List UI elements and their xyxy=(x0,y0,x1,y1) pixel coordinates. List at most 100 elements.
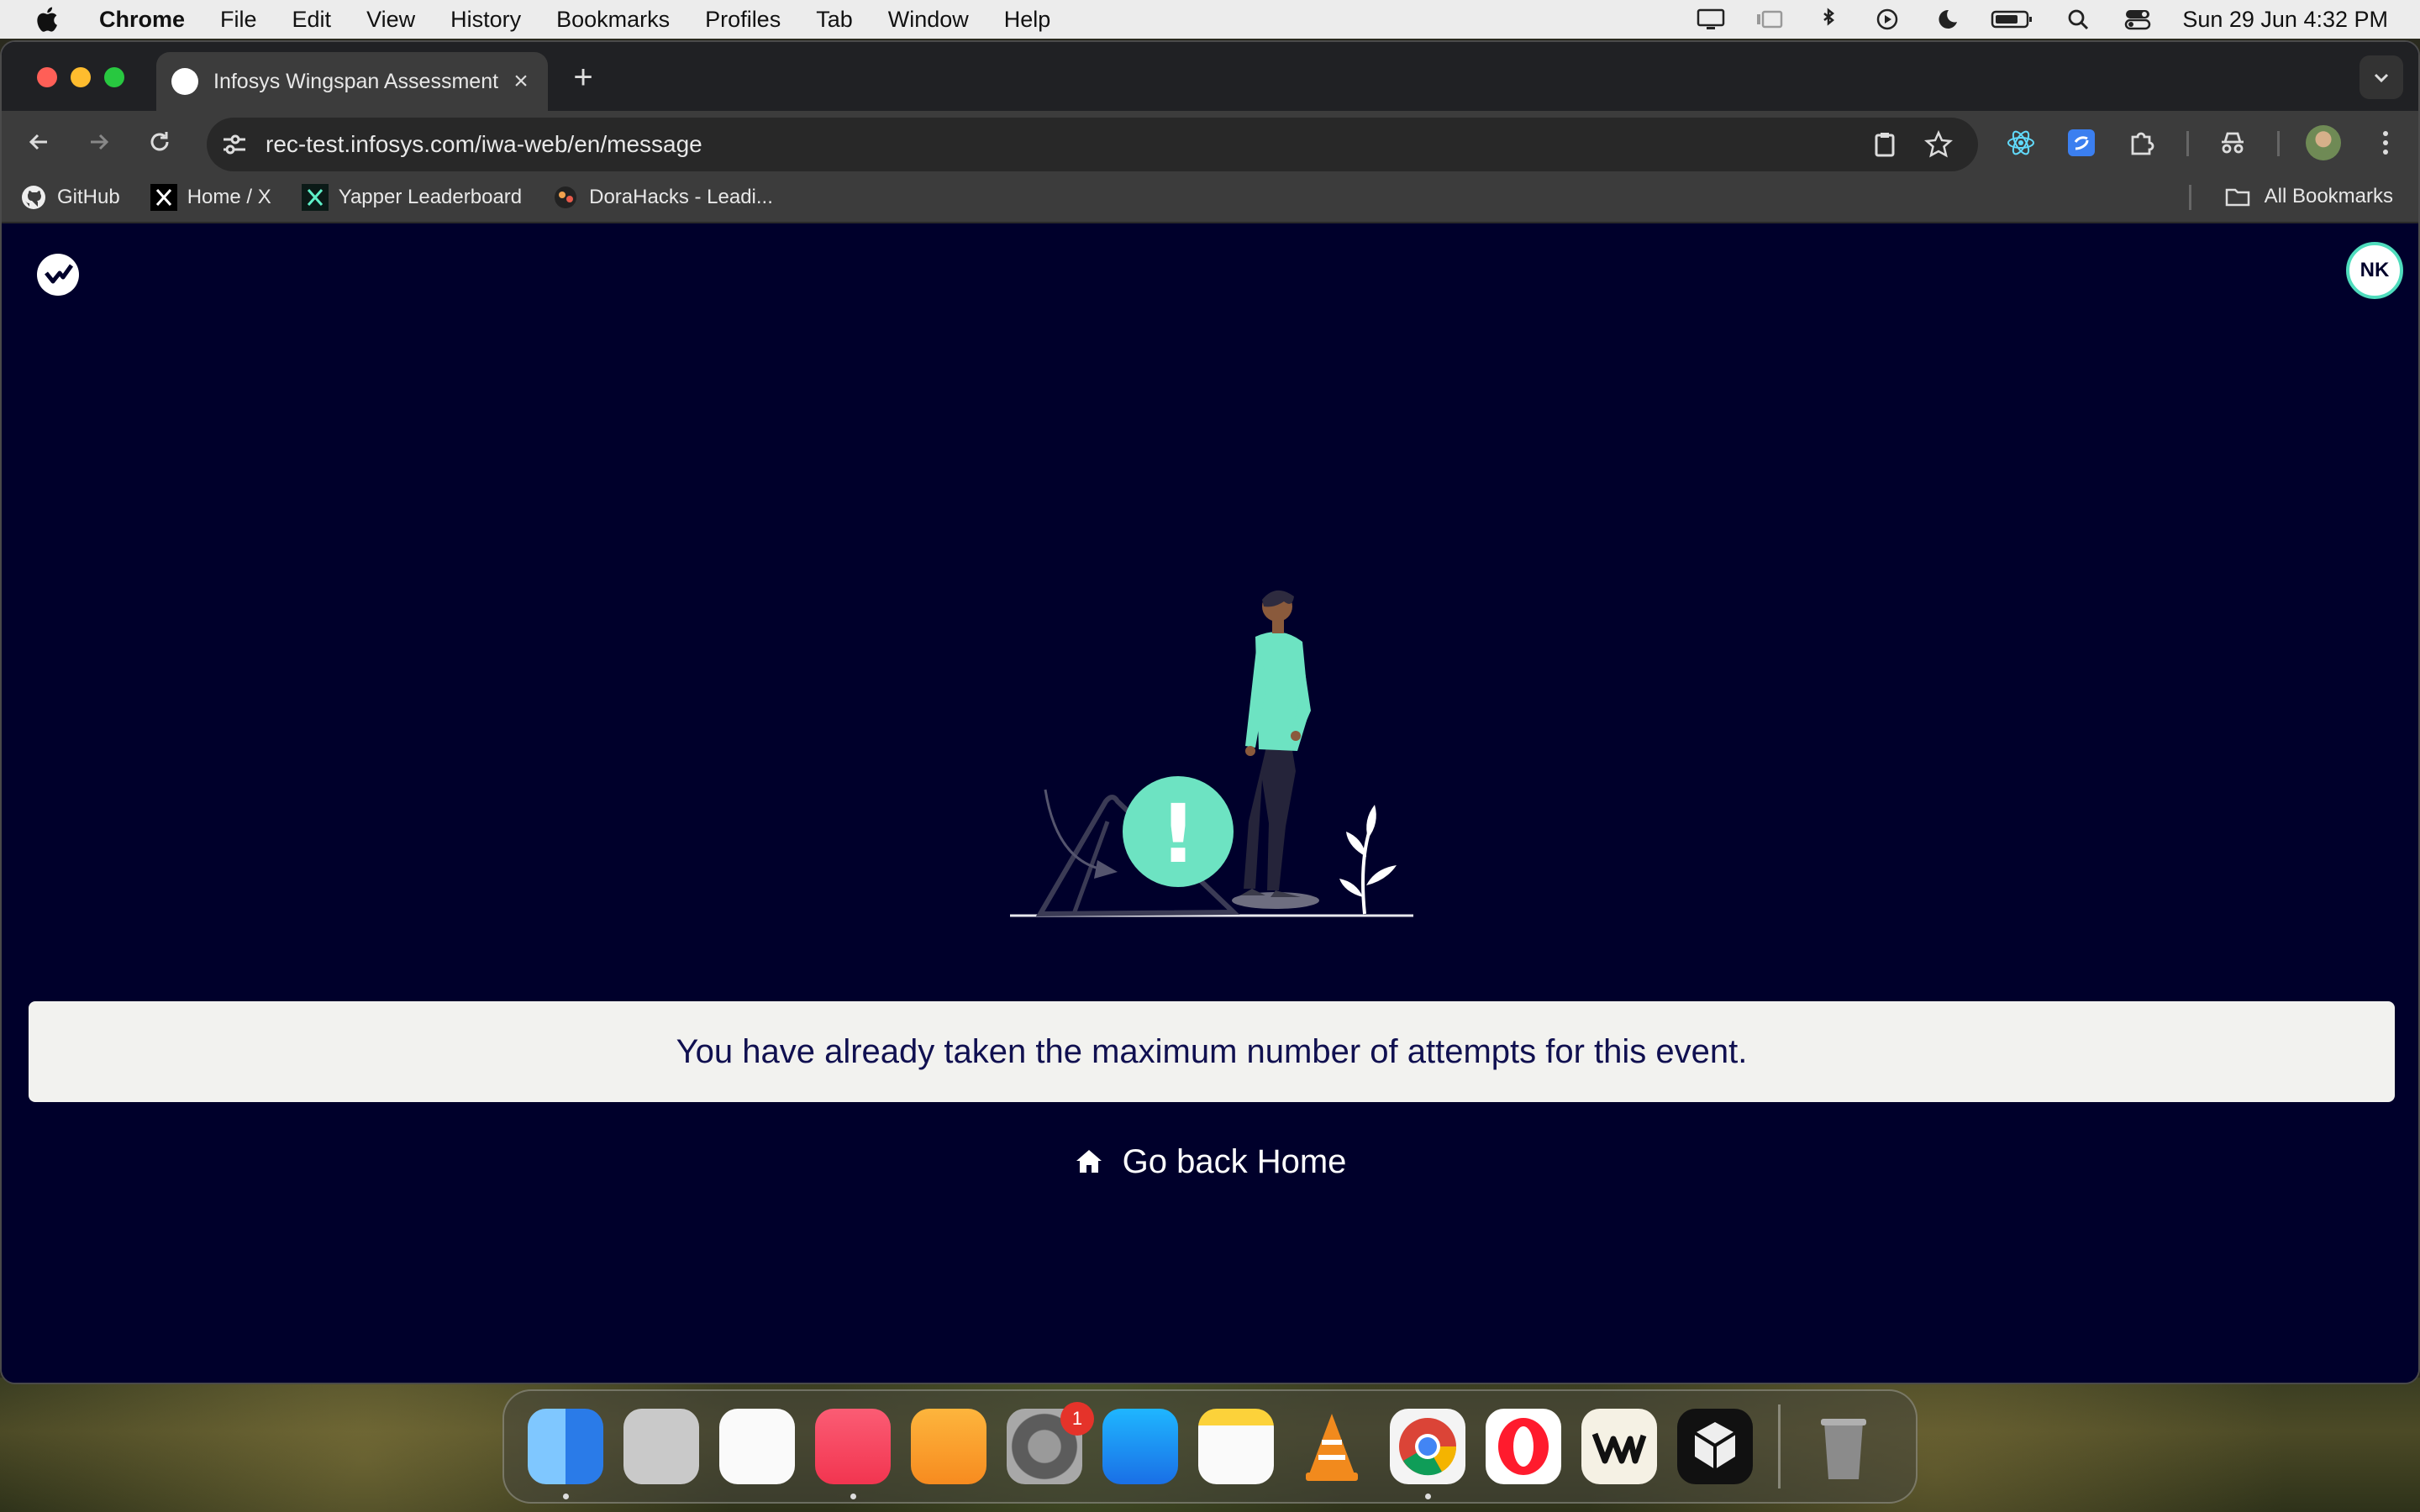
notification-badge: 1 xyxy=(1060,1402,1094,1436)
notes-icon[interactable] xyxy=(1198,1409,1274,1484)
menu-bookmarks[interactable]: Bookmarks xyxy=(556,7,670,33)
site-info-icon[interactable] xyxy=(220,130,249,159)
battery-icon[interactable] xyxy=(1991,8,2034,31)
chevron-down-icon xyxy=(2374,73,2389,83)
control-center-icon[interactable] xyxy=(2123,8,2152,31)
all-bookmarks-button[interactable]: All Bookmarks xyxy=(2224,183,2393,210)
kaito-logo-icon xyxy=(301,184,329,211)
menu-file[interactable]: File xyxy=(220,7,257,33)
chrome-icon[interactable] xyxy=(1390,1409,1465,1499)
bookmark-github[interactable]: GitHub xyxy=(20,184,120,211)
toolbar-divider xyxy=(2186,131,2189,156)
person-shoe-left xyxy=(1240,889,1265,895)
reload-icon xyxy=(150,132,169,151)
cube-app-icon[interactable] xyxy=(1677,1409,1753,1484)
folder-icon xyxy=(2225,188,2249,207)
person-right-hand xyxy=(1291,731,1301,741)
github-icon xyxy=(22,186,45,209)
react-devtools-icon[interactable] xyxy=(2005,127,2037,159)
attempt-limit-illustration: ! xyxy=(1010,590,1413,917)
bluetooth-icon[interactable] xyxy=(1814,8,1843,31)
opera-logo-icon xyxy=(1498,1418,1549,1475)
tab-active[interactable]: Infosys Wingspan Assessment × xyxy=(156,52,548,111)
plant-leaf xyxy=(1366,805,1376,838)
back-button[interactable] xyxy=(22,125,55,159)
macos-menubar: Chrome File Edit View History Bookmarks … xyxy=(0,0,2420,39)
bookmarks-bar: GitHub Home / X Yapper Leaderboard DoraH… xyxy=(2,173,2418,223)
system-settings-icon[interactable]: 1 xyxy=(1007,1402,1094,1484)
reload-button[interactable] xyxy=(143,125,176,159)
now-playing-icon[interactable] xyxy=(1873,8,1902,31)
bookmark-x-home[interactable]: Home / X xyxy=(150,184,271,211)
plant-leaf xyxy=(1366,865,1397,885)
trash-icon[interactable] xyxy=(1806,1409,1881,1484)
bookmark-dorahacks[interactable]: DoraHacks - Leadi... xyxy=(552,184,773,211)
display-icon[interactable] xyxy=(1697,8,1725,31)
profile-avatar[interactable] xyxy=(2306,125,2341,160)
plant-leaf xyxy=(1339,879,1363,897)
tab-close-icon[interactable]: × xyxy=(509,69,533,94)
music-icon[interactable] xyxy=(815,1409,891,1499)
more-menu-icon[interactable] xyxy=(2370,127,2402,159)
extensions-puzzle-icon[interactable] xyxy=(2126,127,2158,159)
address-bar[interactable]: rec-test.infosys.com/iwa-web/en/message xyxy=(207,118,1978,171)
web-page: NK ! You have already taken the maximum … xyxy=(2,225,2418,1383)
app-store-icon[interactable] xyxy=(1102,1409,1178,1484)
menu-view[interactable]: View xyxy=(366,7,415,33)
bookmark-star-icon[interactable] xyxy=(1924,130,1953,159)
launchpad-icon[interactable] xyxy=(623,1409,699,1484)
toolbar-divider xyxy=(2277,131,2280,156)
vlc-cone-icon xyxy=(1306,1414,1358,1481)
extension-blue-icon[interactable] xyxy=(2065,127,2097,159)
spotlight-search-icon[interactable] xyxy=(2065,8,2093,31)
go-back-home-link[interactable]: Go back Home xyxy=(2,1132,2418,1191)
stage-manager-icon[interactable] xyxy=(1755,8,1784,31)
menu-help[interactable]: Help xyxy=(1004,7,1051,33)
tab-strip: Infosys Wingspan Assessment × + xyxy=(2,42,2418,111)
wingspan-logo-icon xyxy=(45,264,74,284)
browser-toolbar: rec-test.infosys.com/iwa-web/en/message xyxy=(2,111,2418,173)
macos-dock: 1 xyxy=(502,1389,1918,1504)
menu-history[interactable]: History xyxy=(450,7,521,33)
arrow-head xyxy=(1094,860,1118,879)
pages-icon[interactable] xyxy=(911,1409,986,1484)
bookmark-label: Home / X xyxy=(187,186,271,208)
arrow-right-icon xyxy=(91,134,109,150)
close-window-button[interactable] xyxy=(37,67,57,87)
vlc-icon[interactable] xyxy=(1294,1409,1370,1484)
forward-button[interactable] xyxy=(82,125,116,159)
minimize-window-button[interactable] xyxy=(71,67,91,87)
apple-icon[interactable] xyxy=(34,5,59,34)
home-link-label: Go back Home xyxy=(1122,1142,1347,1180)
menu-tab[interactable]: Tab xyxy=(816,7,853,33)
wingspan-logo[interactable] xyxy=(37,254,79,296)
user-avatar[interactable]: NK xyxy=(2346,242,2403,299)
new-tab-button[interactable]: + xyxy=(566,60,600,94)
bookmark-yapper-leaderboard[interactable]: Yapper Leaderboard xyxy=(301,184,523,211)
menu-window[interactable]: Window xyxy=(888,7,969,33)
menubar-clock[interactable]: Sun 29 Jun 4:32 PM xyxy=(2182,7,2388,33)
menu-profiles[interactable]: Profiles xyxy=(705,7,781,33)
plant-leaf xyxy=(1346,832,1366,857)
plant-stem xyxy=(1361,829,1371,915)
menu-app-name[interactable]: Chrome xyxy=(99,7,185,33)
fullscreen-window-button[interactable] xyxy=(104,67,124,87)
tab-search-button[interactable] xyxy=(2360,55,2403,99)
opera-icon[interactable] xyxy=(1486,1409,1561,1484)
person-left-hand xyxy=(1245,746,1255,756)
wispr-icon[interactable] xyxy=(1581,1409,1657,1484)
focus-moon-icon[interactable] xyxy=(1932,8,1960,31)
cube-icon xyxy=(1693,1422,1737,1469)
clipboard-icon[interactable] xyxy=(1870,130,1899,159)
chrome-window: Infosys Wingspan Assessment × + rec-test… xyxy=(0,40,2420,1384)
incognito-icon[interactable] xyxy=(2217,127,2249,159)
x-logo-icon xyxy=(150,184,177,211)
url-text[interactable]: rec-test.infosys.com/iwa-web/en/message xyxy=(266,131,1870,158)
alert-mark: ! xyxy=(1160,787,1197,881)
finder-icon[interactable] xyxy=(528,1409,603,1499)
dock-divider xyxy=(1778,1404,1781,1488)
reminders-icon[interactable] xyxy=(719,1409,795,1484)
menu-edit[interactable]: Edit xyxy=(292,7,332,33)
bookmark-label: Yapper Leaderboard xyxy=(338,186,523,208)
bookmark-label: DoraHacks - Leadi... xyxy=(589,186,773,208)
